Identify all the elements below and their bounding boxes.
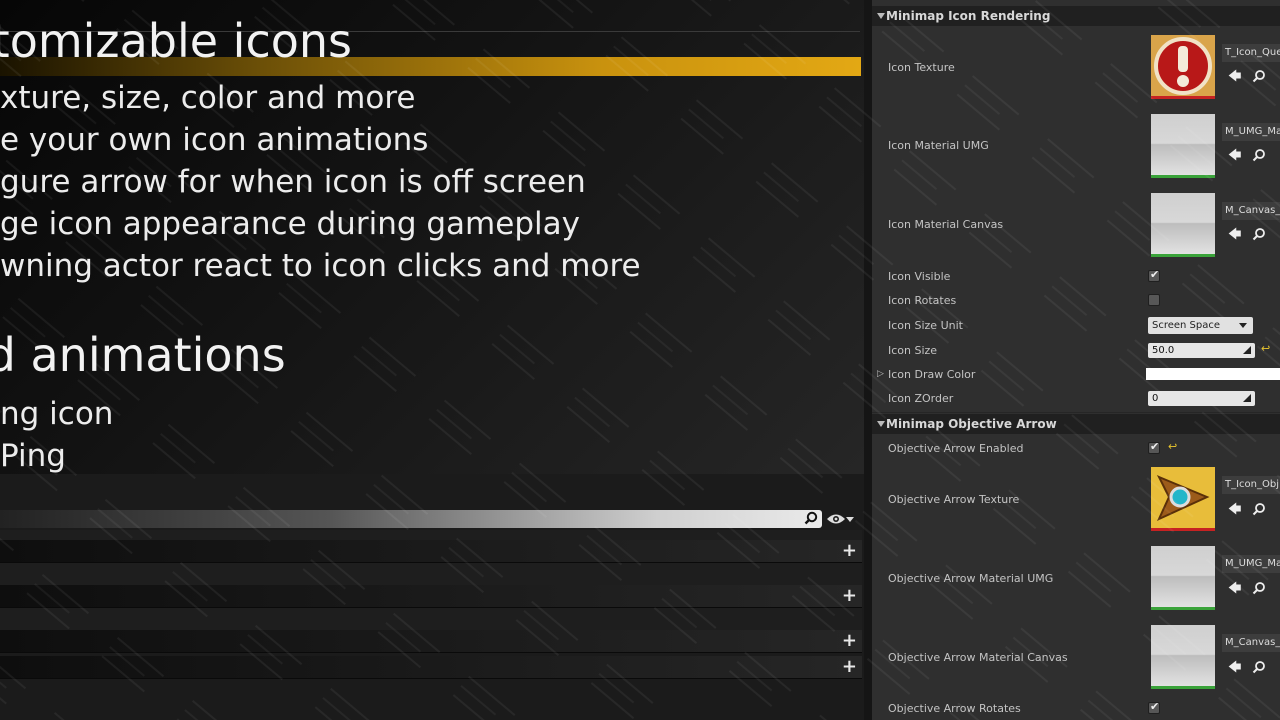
section-minimap-objective-arrow[interactable]: Minimap Objective Arrow <box>872 414 1280 434</box>
prop-icon-size-unit-label: Icon Size Unit <box>888 319 963 332</box>
arrow-material-canvas-asset[interactable]: M_Canvas_ <box>1222 634 1280 652</box>
use-selected-arrow-icon[interactable]: 🡄 <box>1228 658 1241 680</box>
category-row[interactable]: + <box>0 656 862 679</box>
check-icon: ✔ <box>1150 700 1160 713</box>
slide-heading-icons: tomizable icons <box>0 14 352 68</box>
browse-search-icon[interactable] <box>1252 69 1266 83</box>
check-icon: ✔ <box>1150 268 1160 281</box>
icon-material-canvas-thumbnail[interactable] <box>1151 193 1215 257</box>
icon-zorder-field[interactable]: 0 <box>1148 391 1255 406</box>
slide-bullet: ng icon <box>0 396 114 432</box>
chevron-down-icon[interactable] <box>846 517 854 522</box>
browse-search-icon[interactable] <box>1252 581 1266 595</box>
category-row[interactable]: + <box>0 540 862 563</box>
prop-icon-visible-label: Icon Visible <box>888 270 951 283</box>
prop-icon-material-umg-label: Icon Material UMG <box>888 139 989 152</box>
prop-icon-rotates-label: Icon Rotates <box>888 294 957 307</box>
chevron-down-icon <box>1239 323 1247 328</box>
arrow-enabled-checkbox[interactable]: ✔ <box>1148 440 1160 454</box>
browse-search-icon[interactable] <box>1252 227 1266 241</box>
use-selected-arrow-icon[interactable]: 🡄 <box>1228 500 1241 522</box>
objective-arrow-icon <box>1151 467 1215 528</box>
section-minimap-icon-rendering[interactable]: Minimap Icon Rendering <box>872 6 1280 26</box>
drag-handle-icon[interactable] <box>1243 394 1251 402</box>
prop-icon-texture-label: Icon Texture <box>888 61 955 74</box>
add-icon[interactable]: + <box>842 657 857 677</box>
search-input[interactable] <box>0 510 822 528</box>
icon-draw-color-swatch[interactable] <box>1146 368 1280 380</box>
icon-texture-asset[interactable]: T_Icon_Que <box>1222 44 1280 62</box>
slide-bullet: xture, size, color and more <box>0 80 416 116</box>
divider <box>872 412 1280 413</box>
collapse-icon[interactable] <box>877 13 885 19</box>
arrow-material-umg-asset[interactable]: M_UMG_Ma <box>1222 555 1280 573</box>
prop-icon-size-label: Icon Size <box>888 344 938 357</box>
arrow-material-umg-thumbnail[interactable] <box>1151 546 1215 610</box>
prop-arrow-texture-label: Objective Arrow Texture <box>888 493 1020 506</box>
eye-icon[interactable] <box>826 513 846 525</box>
slide-bullet: wning actor react to icon clicks and mor… <box>0 248 641 284</box>
icon-rotates-checkbox[interactable] <box>1148 294 1160 306</box>
arrow-texture-asset[interactable]: T_Icon_Obj <box>1222 476 1280 494</box>
icon-size-field[interactable]: 50.0 <box>1148 343 1255 358</box>
browse-search-icon[interactable] <box>1252 660 1266 674</box>
prop-arrow-enabled-label: Objective Arrow Enabled <box>888 442 1024 455</box>
browse-search-icon[interactable] <box>1252 502 1266 516</box>
use-selected-arrow-icon[interactable]: 🡄 <box>1228 146 1241 168</box>
lower-panel: + + + + <box>0 474 864 720</box>
spacer <box>0 530 862 540</box>
prop-arrow-rotates-label: Objective Arrow Rotates <box>888 702 1021 715</box>
icon-size-value: 50.0 <box>1152 345 1175 356</box>
use-selected-arrow-icon[interactable]: 🡄 <box>1228 225 1241 247</box>
drag-handle-icon[interactable] <box>1243 346 1251 354</box>
icon-size-unit-value: Screen Space <box>1152 320 1221 331</box>
prop-icon-material-canvas-label: Icon Material Canvas <box>888 218 1004 231</box>
add-icon[interactable]: + <box>842 586 857 606</box>
slide-bullet: gure arrow for when icon is off screen <box>0 164 586 200</box>
category-row[interactable]: + <box>0 585 862 608</box>
prop-icon-zorder-label: Icon ZOrder <box>888 392 954 405</box>
reset-to-default-icon[interactable]: ↩ <box>1261 342 1270 355</box>
prop-icon-draw-color-label: Icon Draw Color <box>888 368 976 381</box>
arrow-material-canvas-thumbnail[interactable] <box>1151 625 1215 689</box>
icon-size-unit-dropdown[interactable]: Screen Space <box>1148 317 1253 334</box>
collapse-icon[interactable] <box>877 421 885 427</box>
slide-bullet: Ping <box>0 438 66 474</box>
spacer <box>0 563 862 585</box>
icon-texture-thumbnail[interactable] <box>1151 35 1215 99</box>
slide-bullet: e your own icon animations <box>0 122 429 158</box>
slide-heading-animations: uded animations <box>0 328 286 382</box>
search-icon[interactable] <box>804 511 818 525</box>
expand-arrow-icon[interactable]: ▷ <box>877 369 884 379</box>
category-row[interactable]: + <box>0 630 862 653</box>
reset-to-default-icon[interactable]: ↩ <box>1168 440 1177 453</box>
exclamation-icon <box>1151 35 1215 96</box>
spacer <box>0 608 862 630</box>
icon-material-canvas-asset[interactable]: M_Canvas_ <box>1222 202 1280 220</box>
add-icon[interactable]: + <box>842 631 857 651</box>
arrow-texture-thumbnail[interactable] <box>1151 467 1215 531</box>
arrow-rotates-checkbox[interactable]: ✔ <box>1148 700 1160 714</box>
presentation-slide: tomizable icons xture, size, color and m… <box>0 0 864 474</box>
use-selected-arrow-icon[interactable]: 🡄 <box>1228 579 1241 601</box>
icon-material-umg-thumbnail[interactable] <box>1151 114 1215 178</box>
add-icon[interactable]: + <box>842 541 857 561</box>
check-icon: ✔ <box>1150 440 1160 453</box>
details-panel: Minimap Icon Rendering Icon Texture T_Ic… <box>872 0 1280 720</box>
browse-search-icon[interactable] <box>1252 148 1266 162</box>
use-selected-arrow-icon[interactable]: 🡄 <box>1228 67 1241 89</box>
slide-bullet: ge icon appearance during gameplay <box>0 206 580 242</box>
prop-arrow-material-canvas-label: Objective Arrow Material Canvas <box>888 651 1068 664</box>
prop-arrow-material-umg-label: Objective Arrow Material UMG <box>888 572 1054 585</box>
icon-visible-checkbox[interactable]: ✔ <box>1148 268 1160 282</box>
panel-splitter[interactable] <box>864 0 872 720</box>
icon-material-umg-asset[interactable]: M_UMG_Ma <box>1222 123 1280 141</box>
icon-zorder-value: 0 <box>1152 393 1159 404</box>
